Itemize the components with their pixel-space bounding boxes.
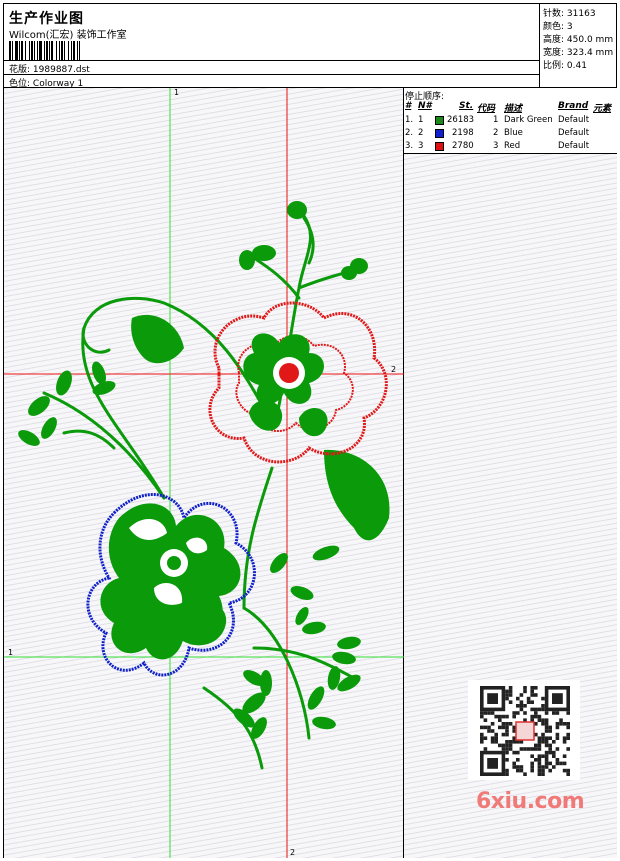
divider bbox=[4, 60, 540, 61]
qr-code-graphic bbox=[480, 686, 570, 776]
guide-label-v2: 2 bbox=[290, 848, 296, 857]
stems bbox=[42, 214, 366, 770]
barcode bbox=[9, 41, 144, 60]
company-name: Wilcom(汇宏) 装饰工作室 bbox=[9, 30, 127, 41]
guide-label-v1: 1 bbox=[174, 88, 180, 97]
embroidery-design bbox=[4, 88, 404, 858]
divider bbox=[4, 74, 540, 75]
guide-label-h1: 1 bbox=[8, 648, 14, 657]
color-swatch bbox=[435, 116, 444, 125]
col-n: N# bbox=[418, 101, 432, 111]
stop-sequence-table: 停止顺序: # N# St. 代码 描述 Brand 元素 1. 1 26183… bbox=[404, 88, 617, 154]
page-title: 生产作业图 bbox=[9, 11, 84, 27]
red-flower bbox=[208, 301, 388, 464]
guide-label-h2: 2 bbox=[391, 365, 397, 374]
stat-colors: 颜色: 3 bbox=[543, 22, 573, 32]
stat-stitches: 针数: 31163 bbox=[543, 9, 596, 19]
col-desc: 描述 bbox=[504, 104, 523, 114]
color-swatch bbox=[435, 142, 444, 151]
header-info: 生产作业图 Wilcom(汇宏) 装饰工作室 花版: 1989887.dst 色… bbox=[4, 4, 540, 89]
site-logo: 6xiu.com bbox=[476, 789, 585, 814]
design-canvas: 1 2 1 2 bbox=[4, 88, 404, 858]
col-code: 代码 bbox=[477, 104, 496, 114]
col-element: 元素 bbox=[593, 104, 612, 114]
color-swatch bbox=[435, 129, 444, 138]
col-brand: Brand bbox=[558, 101, 589, 111]
stats-box: 针数: 31163 颜色: 3 高度: 450.0 mm 宽度: 323.4 m… bbox=[540, 4, 617, 88]
col-index: # bbox=[405, 101, 412, 111]
stat-width: 宽度: 323.4 mm bbox=[543, 48, 614, 58]
leaves bbox=[18, 201, 390, 739]
stat-height: 高度: 450.0 mm bbox=[543, 35, 614, 45]
stat-scale: 比例: 0.41 bbox=[543, 61, 587, 71]
qr-code bbox=[468, 680, 580, 780]
blue-flower bbox=[86, 493, 256, 677]
col-st: St. bbox=[459, 101, 474, 111]
